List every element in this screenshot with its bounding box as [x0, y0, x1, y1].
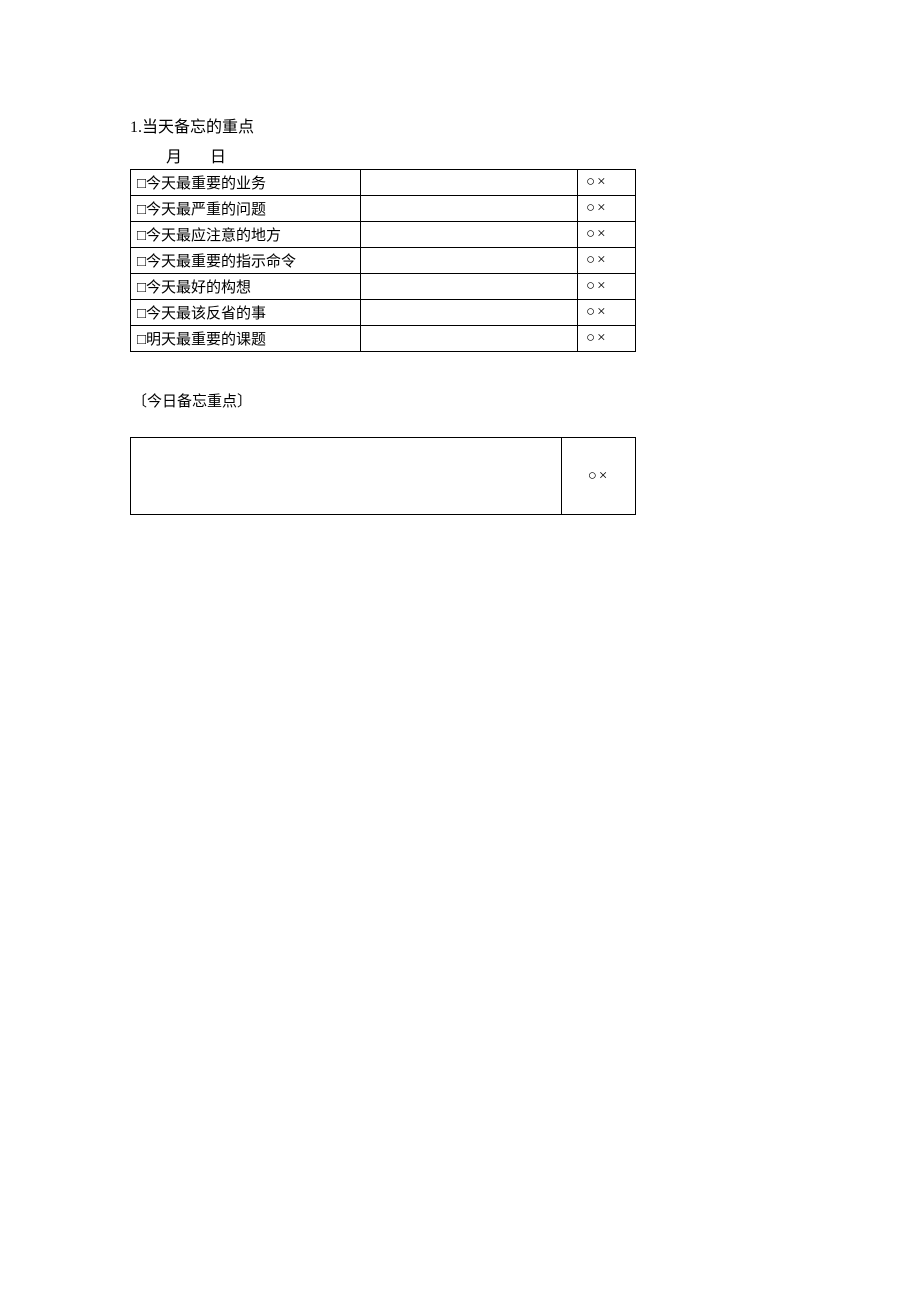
row-value — [360, 274, 578, 300]
row-mark: ○× — [578, 170, 636, 196]
row-mark: ○× — [578, 274, 636, 300]
row-value — [360, 222, 578, 248]
sub-section-title: 〔今日备忘重点〕 — [130, 390, 920, 411]
table-row: □今天最应注意的地方 ○× — [131, 222, 636, 248]
row-label: □今天最重要的业务 — [131, 170, 361, 196]
row-label: □明天最重要的课题 — [131, 326, 361, 352]
today-memo-table: ○× — [130, 437, 636, 515]
row-label: □今天最严重的问题 — [131, 196, 361, 222]
month-label: 月 — [166, 149, 182, 166]
table-row: □今天最好的构想 ○× — [131, 274, 636, 300]
row-value — [360, 248, 578, 274]
table-row: □今天最重要的指示命令 ○× — [131, 248, 636, 274]
memo-points-table: □今天最重要的业务 ○× □今天最严重的问题 ○× □今天最应注意的地方 ○× … — [130, 169, 636, 352]
table-row: □今天最重要的业务 ○× — [131, 170, 636, 196]
row-label: □今天最重要的指示命令 — [131, 248, 361, 274]
section-title: 1.当天备忘的重点 — [130, 113, 920, 137]
table-row: □今天最严重的问题 ○× — [131, 196, 636, 222]
row-value — [360, 196, 578, 222]
row-mark: ○× — [578, 300, 636, 326]
row-mark: ○× — [578, 196, 636, 222]
date-line: 月日 — [130, 143, 920, 167]
row-label: □今天最应注意的地方 — [131, 222, 361, 248]
memo-mark: ○× — [562, 438, 636, 515]
table-row: □明天最重要的课题 ○× — [131, 326, 636, 352]
table-row: ○× — [131, 438, 636, 515]
row-mark: ○× — [578, 326, 636, 352]
row-value — [360, 326, 578, 352]
table-row: □今天最该反省的事 ○× — [131, 300, 636, 326]
row-value — [360, 170, 578, 196]
day-label: 日 — [210, 149, 226, 166]
row-mark: ○× — [578, 222, 636, 248]
row-mark: ○× — [578, 248, 636, 274]
row-value — [360, 300, 578, 326]
row-label: □今天最好的构想 — [131, 274, 361, 300]
row-label: □今天最该反省的事 — [131, 300, 361, 326]
memo-content — [131, 438, 562, 515]
